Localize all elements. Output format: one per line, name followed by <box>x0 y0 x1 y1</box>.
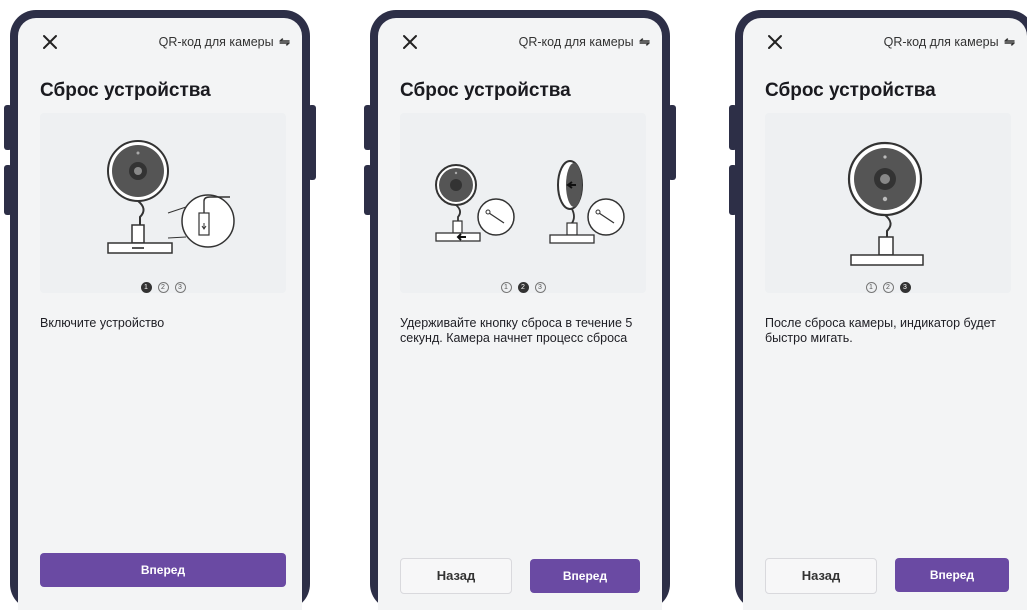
qr-link-label: QR-код для камеры <box>518 35 634 49</box>
phone-side-button <box>364 105 372 150</box>
step-dot: 1 <box>500 281 512 293</box>
back-button[interactable]: Назад <box>400 558 512 594</box>
step-dot: 3 <box>174 281 186 293</box>
qr-link-label: QR-код для камеры <box>158 35 274 49</box>
screen: QR-код для камеры ⇋ Сброс устройства 1 2… <box>378 18 662 610</box>
top-bar: QR-код для камеры ⇋ <box>18 28 302 58</box>
close-icon[interactable] <box>40 32 60 52</box>
swap-icon: ⇋ <box>279 34 290 49</box>
step-dot: 1 <box>140 281 152 293</box>
step-description: После сброса камеры, индикатор будет быс… <box>765 316 996 345</box>
step-dot: 3 <box>899 281 911 293</box>
step-dot: 2 <box>882 281 894 293</box>
phone-frame-1: QR-код для камеры ⇋ Сброс устройства 1 2… <box>4 10 316 610</box>
top-bar: QR-код для камеры ⇋ <box>743 28 1027 58</box>
illustration-panel: 123 <box>765 113 1011 293</box>
illustration-panel: 123 <box>400 113 646 293</box>
phone-side-button <box>4 165 12 215</box>
page-title: Сброс устройства <box>40 80 211 101</box>
next-button[interactable]: Вперед <box>895 558 1009 592</box>
page-title: Сброс устройства <box>765 80 936 101</box>
step-description: Удерживайте кнопку сброса в течение 5 се… <box>400 316 633 345</box>
back-button[interactable]: Назад <box>765 558 877 594</box>
close-icon[interactable] <box>765 32 785 52</box>
next-button[interactable]: Вперед <box>40 553 286 587</box>
phone-side-button <box>729 105 737 150</box>
step-description: Включите устройство <box>40 316 165 330</box>
screen: QR-код для камеры ⇋ Сброс устройства 123… <box>743 18 1027 610</box>
swap-icon: ⇋ <box>1004 34 1015 49</box>
step-dot: 3 <box>534 281 546 293</box>
screen: QR-код для камеры ⇋ Сброс устройства 1 2… <box>18 18 302 610</box>
step-dot: 1 <box>865 281 877 293</box>
close-icon[interactable] <box>400 32 420 52</box>
camera-reset-illustration <box>435 160 625 244</box>
top-bar: QR-код для камеры ⇋ <box>378 28 662 58</box>
phone-side-button <box>668 105 676 180</box>
step-pager: 123 <box>40 281 286 293</box>
page-title: Сброс устройства <box>400 80 571 101</box>
step-pager: 123 <box>765 281 1011 293</box>
qr-code-link[interactable]: QR-код для камеры ⇋ <box>884 34 1015 50</box>
swap-icon: ⇋ <box>639 34 650 49</box>
qr-code-link[interactable]: QR-код для камеры ⇋ <box>519 34 650 50</box>
qr-code-link[interactable]: QR-код для камеры ⇋ <box>159 34 290 50</box>
step-dot: 2 <box>517 281 529 293</box>
qr-link-label: QR-код для камеры <box>883 35 999 49</box>
phone-frame-2: QR-код для камеры ⇋ Сброс устройства 1 2… <box>364 10 676 610</box>
phone-side-button <box>308 105 316 180</box>
phone-side-button <box>364 165 372 215</box>
camera-power-illustration <box>107 140 235 254</box>
phone-side-button <box>4 105 12 150</box>
camera-indicator-illustration <box>847 141 924 266</box>
illustration-panel: 123 <box>40 113 286 293</box>
step-dot: 2 <box>157 281 169 293</box>
phone-frame-3: QR-код для камеры ⇋ Сброс устройства 123… <box>729 10 1027 610</box>
next-button[interactable]: Вперед <box>530 559 640 593</box>
phone-side-button <box>729 165 737 215</box>
step-pager: 123 <box>400 281 646 293</box>
